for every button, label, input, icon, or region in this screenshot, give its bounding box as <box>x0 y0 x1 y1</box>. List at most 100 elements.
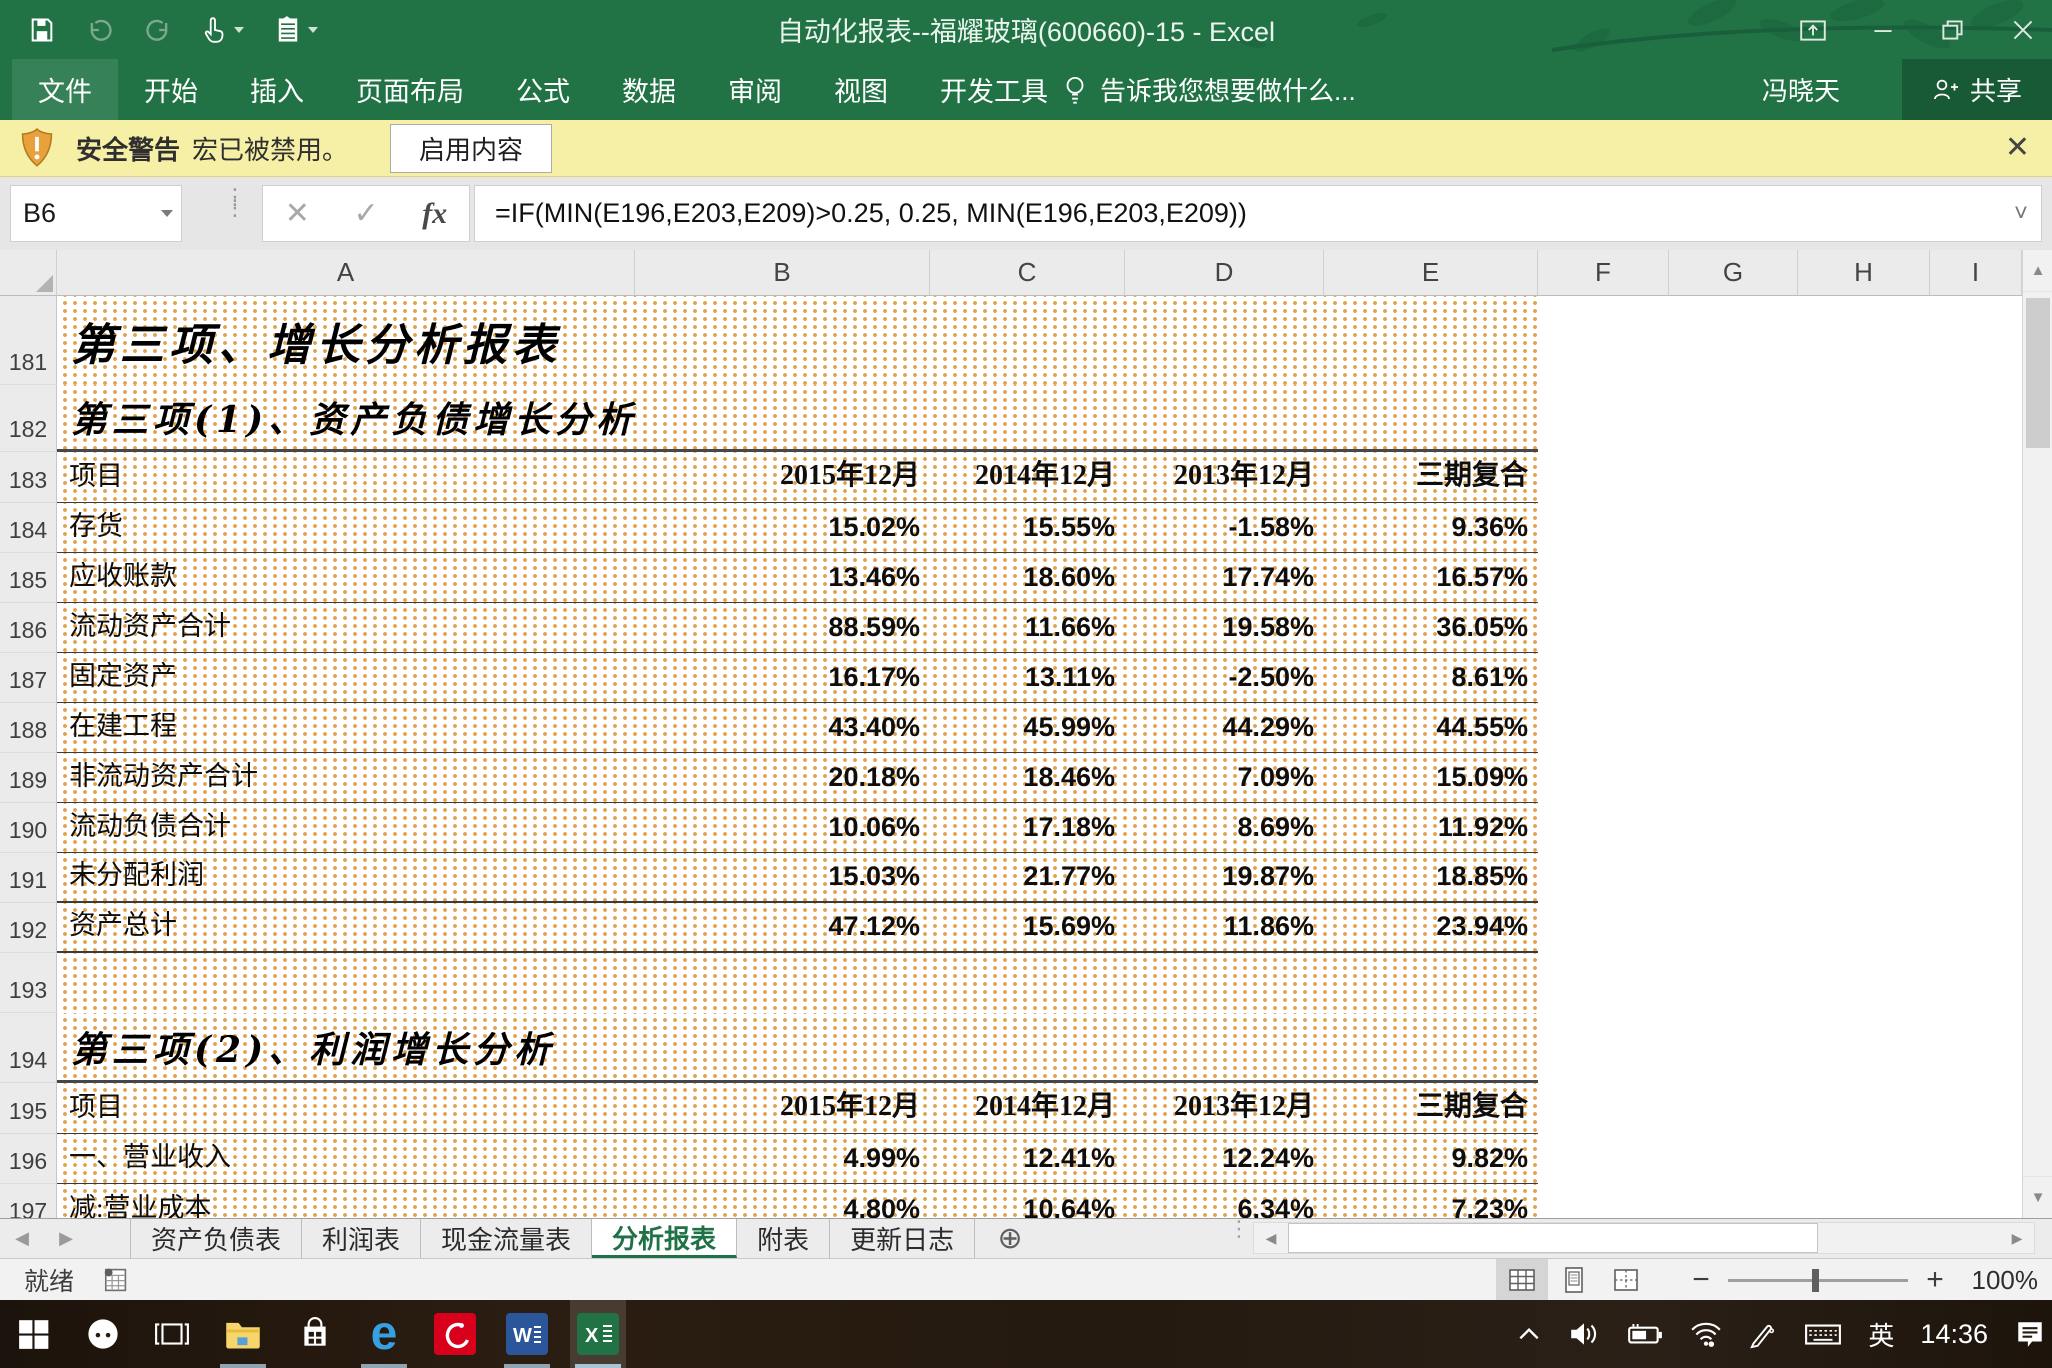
chevron-up-icon[interactable] <box>1516 1323 1542 1345</box>
cell-A184[interactable]: 存货 <box>57 503 635 552</box>
cell-B186[interactable]: 88.59% <box>635 603 930 652</box>
row-header-196[interactable]: 196 <box>0 1134 57 1184</box>
scroll-down-icon[interactable]: ▼ <box>2023 1176 2052 1218</box>
pen-icon[interactable] <box>1748 1319 1778 1349</box>
zoom-out-button[interactable]: − <box>1688 1263 1714 1297</box>
tell-me-box[interactable]: 告诉我您想要做什么... <box>1062 59 1356 120</box>
cell-D197[interactable]: 6.34% <box>1125 1184 1324 1218</box>
redo-icon[interactable] <box>144 16 172 44</box>
cell-C187[interactable]: 13.11% <box>930 653 1125 702</box>
cell-B195[interactable]: 2015年12月 <box>635 1083 930 1133</box>
cell-A197[interactable]: 减:营业成本 <box>57 1184 635 1218</box>
sheet-tab-附表[interactable]: 附表 <box>737 1219 830 1258</box>
cell-D187[interactable]: -2.50% <box>1125 653 1324 702</box>
column-header-B[interactable]: B <box>635 250 930 296</box>
touch-mode-dropdown-icon[interactable] <box>234 27 244 38</box>
cell-B196[interactable]: 4.99% <box>635 1134 930 1183</box>
cell-D192[interactable]: 11.86% <box>1125 903 1324 951</box>
undo-icon[interactable] <box>86 16 114 44</box>
cell-E189[interactable]: 15.09% <box>1324 753 1538 802</box>
action-center-icon[interactable] <box>2014 1318 2046 1350</box>
scroll-left-icon[interactable]: ◀ <box>1254 1223 1288 1253</box>
scroll-right-icon[interactable]: ▶ <box>2000 1223 2034 1253</box>
cell-A196[interactable]: 一、营业收入 <box>57 1134 635 1183</box>
cell-B192[interactable]: 47.12% <box>635 903 930 951</box>
cell-A186[interactable]: 流动资产合计 <box>57 603 635 652</box>
edge-button[interactable]: e <box>356 1300 412 1368</box>
cell-A183[interactable]: 项目 <box>57 452 635 502</box>
scroll-up-icon[interactable]: ▲ <box>2023 250 2052 292</box>
cell-D186[interactable]: 19.58% <box>1125 603 1324 652</box>
formula-input[interactable]: =IF(MIN(E196,E203,E209)>0.25, 0.25, MIN(… <box>474 185 2042 242</box>
formula-bar-expand-icon[interactable]: ˅ <box>2001 200 2041 228</box>
zoom-slider[interactable] <box>1728 1279 1908 1282</box>
cell-D184[interactable]: -1.58% <box>1125 503 1324 552</box>
cell-A189[interactable]: 非流动资产合计 <box>57 753 635 802</box>
horizontal-scrollbar-thumb[interactable] <box>1288 1223 1818 1253</box>
row-header-186[interactable]: 186 <box>0 603 57 653</box>
cell-B191[interactable]: 15.03% <box>635 853 930 901</box>
cell-C186[interactable]: 11.66% <box>930 603 1125 652</box>
cell-D183[interactable]: 2013年12月 <box>1125 452 1324 502</box>
cell-A190[interactable]: 流动负债合计 <box>57 803 635 852</box>
cell-D188[interactable]: 44.29% <box>1125 703 1324 752</box>
wifi-icon[interactable] <box>1690 1320 1722 1348</box>
ribbon-tab-审阅[interactable]: 审阅 <box>702 59 808 120</box>
cell-E188[interactable]: 44.55% <box>1324 703 1538 752</box>
row-header-181[interactable]: 181 <box>0 296 57 385</box>
row-header-187[interactable]: 187 <box>0 653 57 703</box>
vertical-scrollbar[interactable]: ▲ ▼ <box>2022 250 2052 1218</box>
cell-E191[interactable]: 18.85% <box>1324 853 1538 901</box>
zoom-level[interactable]: 100% <box>1962 1265 2038 1296</box>
column-header-C[interactable]: C <box>930 250 1125 296</box>
cell-E196[interactable]: 9.82% <box>1324 1134 1538 1183</box>
cell-C188[interactable]: 45.99% <box>930 703 1125 752</box>
column-header-D[interactable]: D <box>1125 250 1324 296</box>
row-header-182[interactable]: 182 <box>0 385 57 452</box>
ribbon-tab-插入[interactable]: 插入 <box>224 59 330 120</box>
ribbon-tab-文件[interactable]: 文件 <box>12 59 118 120</box>
close-icon[interactable] <box>2008 15 2038 45</box>
name-box-dropdown-icon[interactable] <box>153 186 181 241</box>
tab-scroll-splitter[interactable]: ⋮ <box>1228 1224 1250 1233</box>
cell-B185[interactable]: 13.46% <box>635 553 930 602</box>
sheet-next-icon[interactable]: ▶ <box>44 1219 88 1258</box>
cell-E197[interactable]: 7.23% <box>1324 1184 1538 1218</box>
cell-A185[interactable]: 应收账款 <box>57 553 635 602</box>
security-bar-close-icon[interactable]: ✕ <box>2005 133 2030 163</box>
cell-B183[interactable]: 2015年12月 <box>635 452 930 502</box>
store-button[interactable] <box>287 1300 343 1368</box>
cell-D189[interactable]: 7.09% <box>1125 753 1324 802</box>
cell-D190[interactable]: 8.69% <box>1125 803 1324 852</box>
battery-icon[interactable] <box>1626 1320 1664 1348</box>
zoom-slider-thumb[interactable] <box>1812 1269 1819 1292</box>
page-break-preview-icon[interactable] <box>1600 1259 1652 1301</box>
cell-D195[interactable]: 2013年12月 <box>1125 1083 1324 1133</box>
vertical-scrollbar-thumb[interactable] <box>2026 298 2050 448</box>
cell-B189[interactable]: 20.18% <box>635 753 930 802</box>
clock[interactable]: 14:36 <box>1920 1319 1988 1350</box>
sheet-tab-现金流量表[interactable]: 现金流量表 <box>421 1219 592 1258</box>
formula-bar-splitter[interactable]: ⋮⋮ <box>224 191 234 213</box>
new-sheet-button[interactable]: ⊕ <box>975 1219 1045 1258</box>
row-header-191[interactable]: 191 <box>0 853 57 903</box>
cell-C191[interactable]: 21.77% <box>930 853 1125 901</box>
page-layout-view-icon[interactable] <box>1548 1259 1600 1301</box>
column-header-I[interactable]: I <box>1930 250 2022 296</box>
select-all-button[interactable] <box>0 250 57 296</box>
cell-C196[interactable]: 12.41% <box>930 1134 1125 1183</box>
name-box[interactable]: B6 <box>10 185 182 242</box>
cell-A192[interactable]: 资产总计 <box>57 903 635 951</box>
cell-A188[interactable]: 在建工程 <box>57 703 635 752</box>
ribbon-tab-页面布局[interactable]: 页面布局 <box>330 59 490 120</box>
cell-C197[interactable]: 10.64% <box>930 1184 1125 1218</box>
sheet-prev-icon[interactable]: ◀ <box>0 1219 44 1258</box>
ribbon-tab-开发工具[interactable]: 开发工具 <box>914 59 1074 120</box>
column-header-E[interactable]: E <box>1324 250 1538 296</box>
file-explorer-button[interactable] <box>215 1300 271 1368</box>
start-button[interactable] <box>6 1300 62 1368</box>
cell-C189[interactable]: 18.46% <box>930 753 1125 802</box>
horizontal-scrollbar-track[interactable] <box>1288 1223 2000 1253</box>
ribbon-tab-开始[interactable]: 开始 <box>118 59 224 120</box>
cell-C185[interactable]: 18.60% <box>930 553 1125 602</box>
